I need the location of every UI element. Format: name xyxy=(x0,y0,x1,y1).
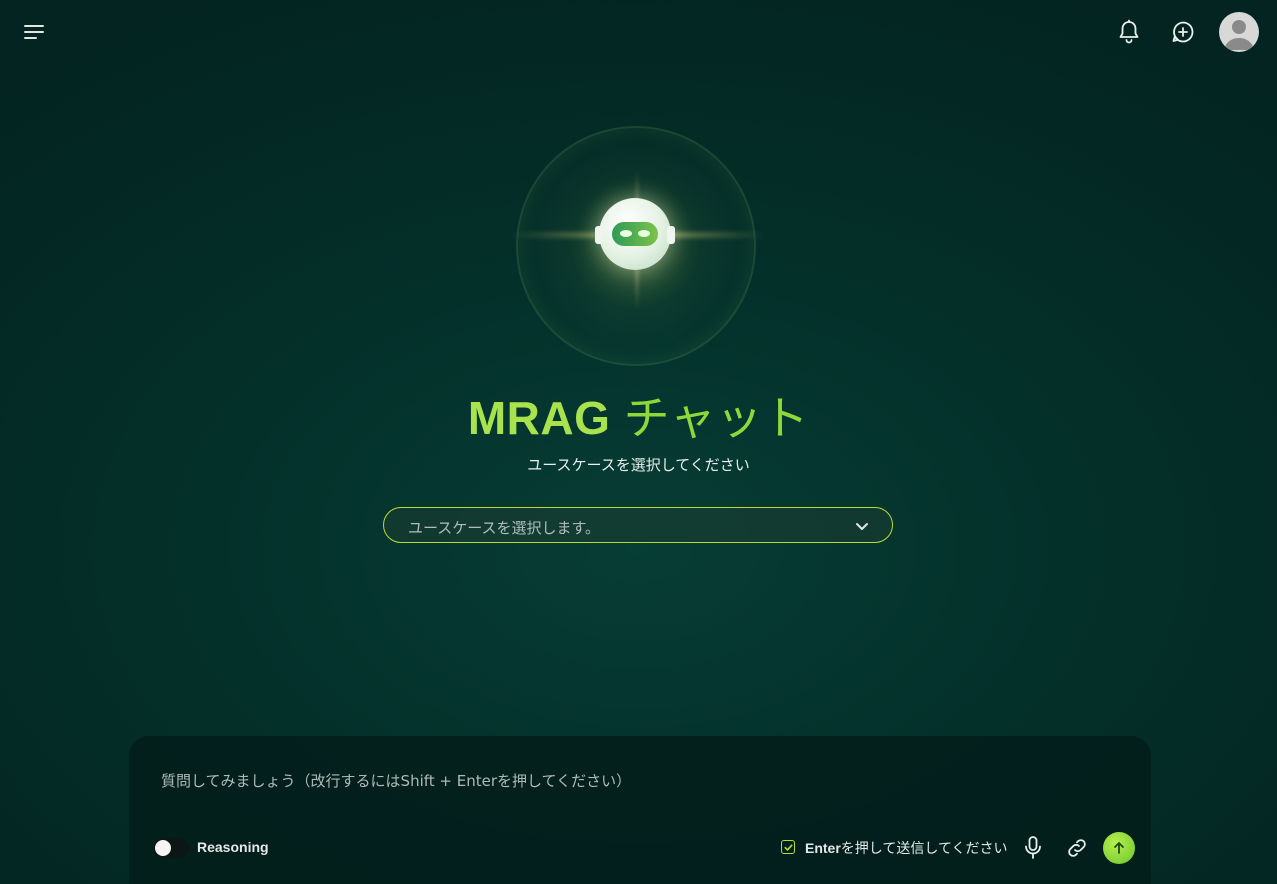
microphone-icon[interactable] xyxy=(1022,835,1044,861)
send-button[interactable] xyxy=(1103,832,1135,864)
chat-plus-icon[interactable] xyxy=(1170,18,1196,46)
page-subtitle: ユースケースを選択してください xyxy=(527,456,750,474)
bell-icon[interactable] xyxy=(1116,18,1142,46)
checkmark-icon xyxy=(783,843,793,851)
usecase-select-placeholder: ユースケースを選択します。 xyxy=(408,519,601,537)
page-title-jp: チャット xyxy=(623,392,810,444)
arrow-up-icon xyxy=(1114,842,1124,854)
reasoning-toggle[interactable] xyxy=(153,838,189,858)
reasoning-toggle-label: Reasoning xyxy=(197,839,269,855)
usecase-select[interactable]: ユースケースを選択します。 xyxy=(383,507,893,543)
page-title: MRAG チャット xyxy=(0,388,1277,448)
chat-input[interactable]: 質問してみましょう（改行するにはShift + Enterを押してください） xyxy=(161,770,1111,791)
enter-to-send-label: Enterを押して送信してください xyxy=(805,840,1008,857)
chat-composer: 質問してみましょう（改行するにはShift + Enterを押してください） R… xyxy=(129,736,1151,884)
link-icon[interactable] xyxy=(1065,836,1089,860)
top-bar xyxy=(0,0,1277,64)
page-title-latin: MRAG xyxy=(467,392,611,444)
robot-icon xyxy=(510,110,766,366)
enter-to-send-checkbox[interactable] xyxy=(781,840,795,854)
chevron-down-icon xyxy=(856,523,868,530)
hamburger-menu-icon[interactable] xyxy=(22,20,48,44)
user-avatar-icon[interactable] xyxy=(1219,12,1259,52)
